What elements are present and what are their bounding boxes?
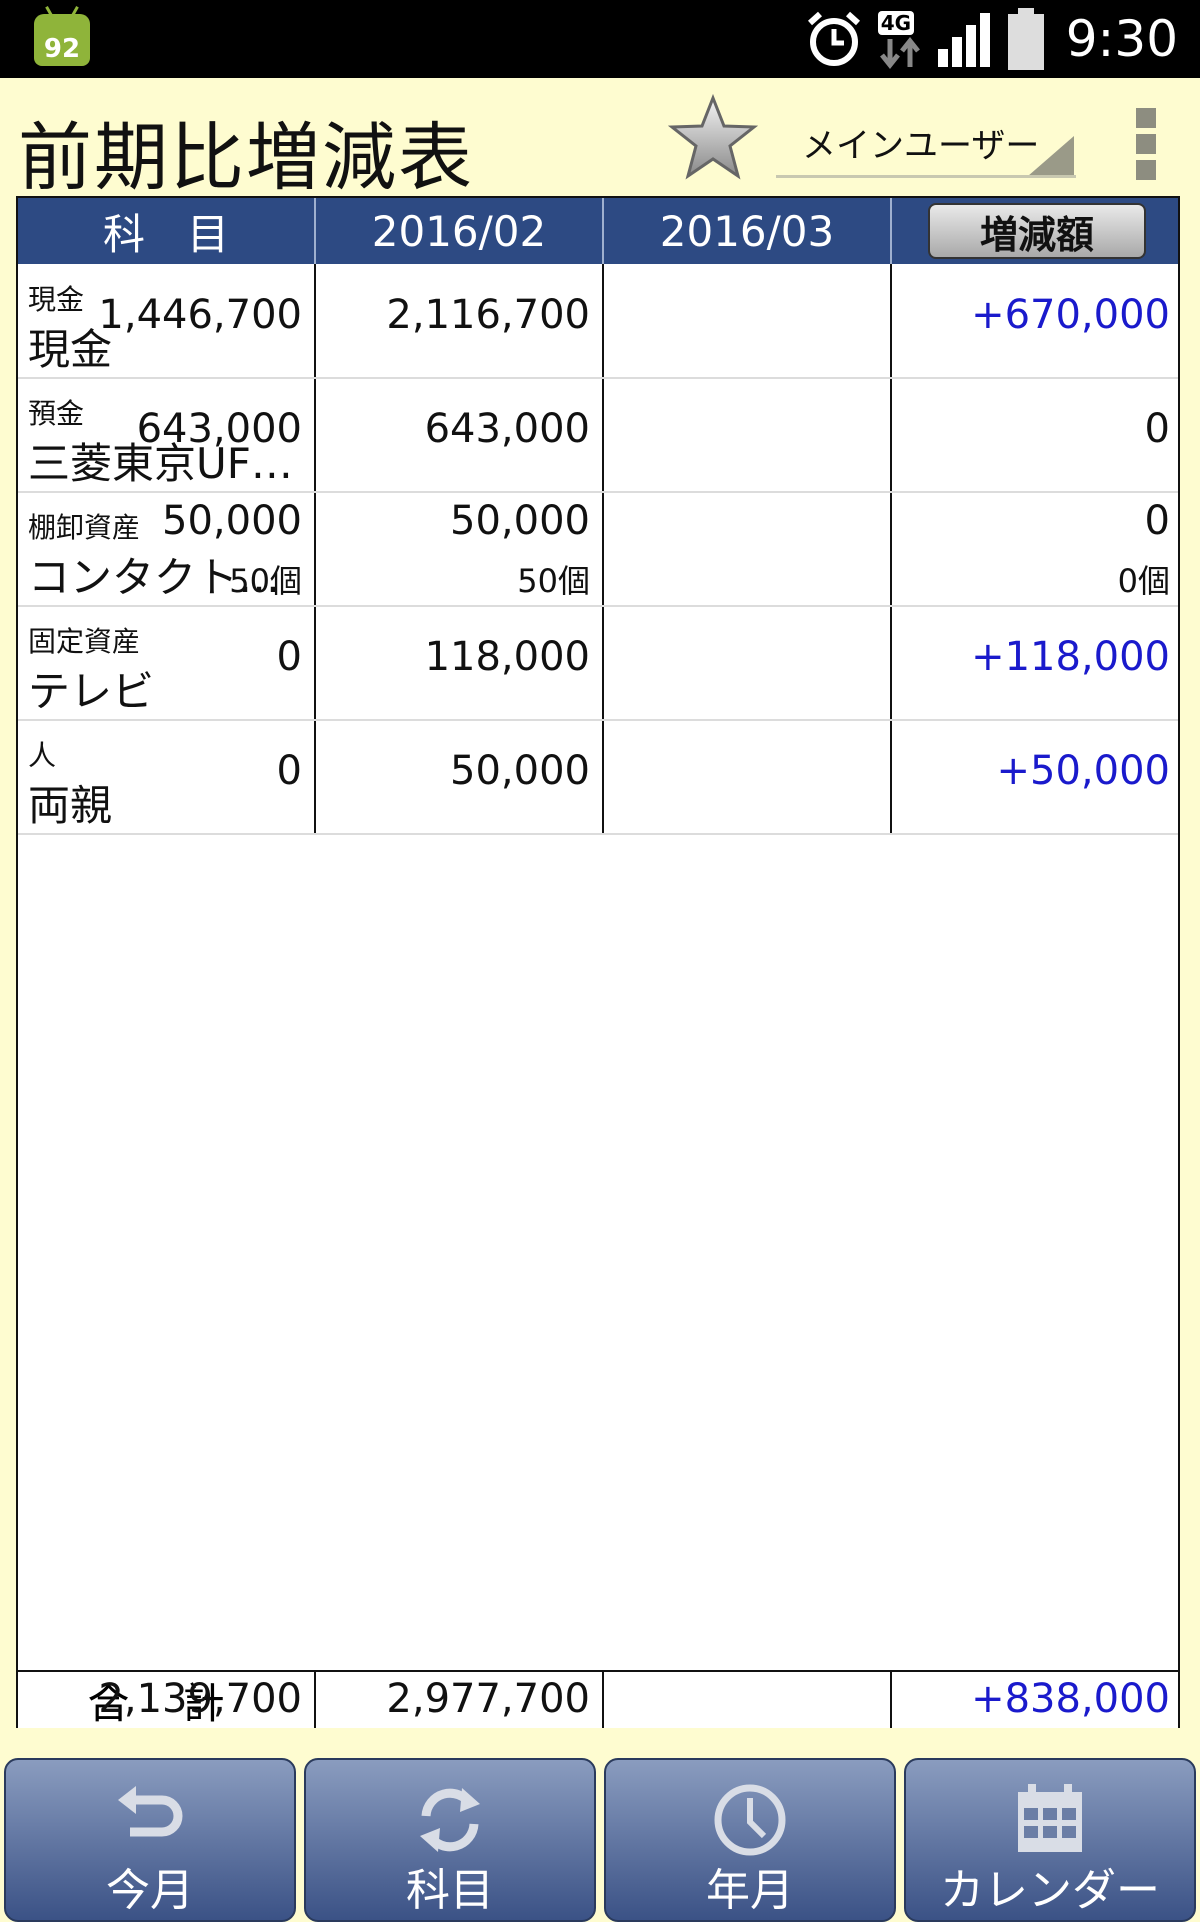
year-month-button[interactable]: 年月 [604, 1758, 896, 1922]
bottom-nav: 今月 科目 年月 カレンダー [0, 1752, 1200, 1922]
row-period-1-value: 643,000 [136, 406, 302, 452]
calendar-icon [1018, 1784, 1082, 1852]
notification-badge-count: 92 [43, 34, 81, 64]
row-period-1-value: 1,446,700 [98, 292, 302, 338]
row-diff-value: +50,000 [996, 748, 1170, 794]
row-account-name: テレビ [28, 667, 155, 716]
row-diff-value: +670,000 [971, 292, 1170, 338]
row-period-2-value: 50,000 [450, 748, 590, 794]
header-period-2: 2016/03 [659, 206, 835, 256]
year-month-label: 年月 [706, 1865, 794, 1916]
row-period-1-value: 0 [276, 634, 302, 680]
android-notification-icon: 92 [34, 14, 90, 66]
row-category: 人 [28, 739, 57, 772]
calendar-button[interactable]: カレンダー [904, 1758, 1196, 1922]
app-header: 前期比増減表 メインユーザー [0, 78, 1200, 201]
row-diff-value: 0 [1144, 498, 1170, 544]
diff-toggle-button[interactable]: 増減額 [928, 203, 1146, 259]
battery-icon [1007, 8, 1044, 70]
total-period-2: 2,977,700 [386, 1676, 590, 1722]
row-category: 現金 [28, 283, 85, 316]
row-diff-value: 0 [1144, 406, 1170, 452]
table-row[interactable]: 棚卸資産 コンタクト… 50,000 50,000 0 50個 50個 0個 [18, 492, 1178, 607]
subject-label: 科目 [406, 1865, 494, 1916]
user-select-dropdown[interactable]: メインユーザー [776, 108, 1076, 178]
row-account-name: 両親 [28, 781, 113, 830]
dropdown-indicator-icon [1028, 136, 1074, 176]
total-period-1: 2,139,700 [98, 1676, 302, 1722]
total-diff: +838,000 [971, 1676, 1170, 1722]
signal-strength-icon [937, 13, 990, 67]
subject-button[interactable]: 科目 [304, 1758, 596, 1922]
row-period-2-value: 118,000 [424, 634, 590, 680]
favorite-star-icon[interactable] [668, 94, 758, 184]
comparison-table: 科 目 2016/02 2016/03 増減額 現金 現金 1,446,700 2,1… [16, 196, 1180, 1728]
refresh-icon [420, 1788, 480, 1852]
header-subject: 科 目 [102, 209, 229, 259]
undo-arrow-icon [118, 1786, 183, 1837]
row-category: 棚卸資産 [28, 511, 141, 544]
row-period-1-value: 0 [276, 748, 302, 794]
clock-icon [714, 1784, 786, 1856]
total-row: 合 計 2,139,700 2,977,700 +838,000 [18, 1670, 1178, 1728]
alarm-icon [807, 11, 860, 66]
table-header: 科 目 2016/02 2016/03 増減額 [18, 198, 1178, 264]
network-type-label: 4G [877, 11, 915, 35]
status-bar: 92 4G 9:30 [0, 0, 1200, 78]
row-period-2-value: 643,000 [424, 406, 590, 452]
row-period-2-value: 2,116,700 [386, 292, 590, 338]
row-category: 固定資産 [28, 625, 141, 658]
calendar-label: カレンダー [940, 1865, 1160, 1916]
clock-time: 9:30 [1065, 10, 1178, 68]
table-row[interactable]: 固定資産テレビ 0 118,000 +118,000 [18, 606, 1178, 721]
row-period-2-qty: 50個 [517, 562, 590, 600]
table-row[interactable]: 預金 三菱東京UF… 643,000 643,000 0 [18, 378, 1178, 493]
status-icons: 4G 9:30 [804, 0, 1178, 78]
network-4g-icon: 4G [877, 9, 922, 69]
page-title: 前期比増減表 [18, 115, 474, 201]
row-diff-qty: 0個 [1117, 562, 1170, 600]
overflow-menu-icon[interactable] [1128, 104, 1164, 180]
this-month-button[interactable]: 今月 [4, 1758, 296, 1922]
header-period-1: 2016/02 [371, 206, 547, 256]
selected-user-label: メインユーザー [802, 126, 1040, 166]
this-month-label: 今月 [106, 1865, 194, 1916]
row-period-1-value: 50,000 [162, 498, 302, 544]
row-category: 預金 [28, 397, 85, 430]
table-row[interactable]: 現金 現金 1,446,700 2,116,700 +670,000 [18, 264, 1178, 379]
row-period-2-value: 50,000 [450, 498, 590, 544]
table-row[interactable]: 人両親 0 50,000 +50,000 [18, 720, 1178, 835]
row-diff-value: +118,000 [971, 634, 1170, 680]
row-period-1-qty: 50個 [229, 562, 302, 600]
